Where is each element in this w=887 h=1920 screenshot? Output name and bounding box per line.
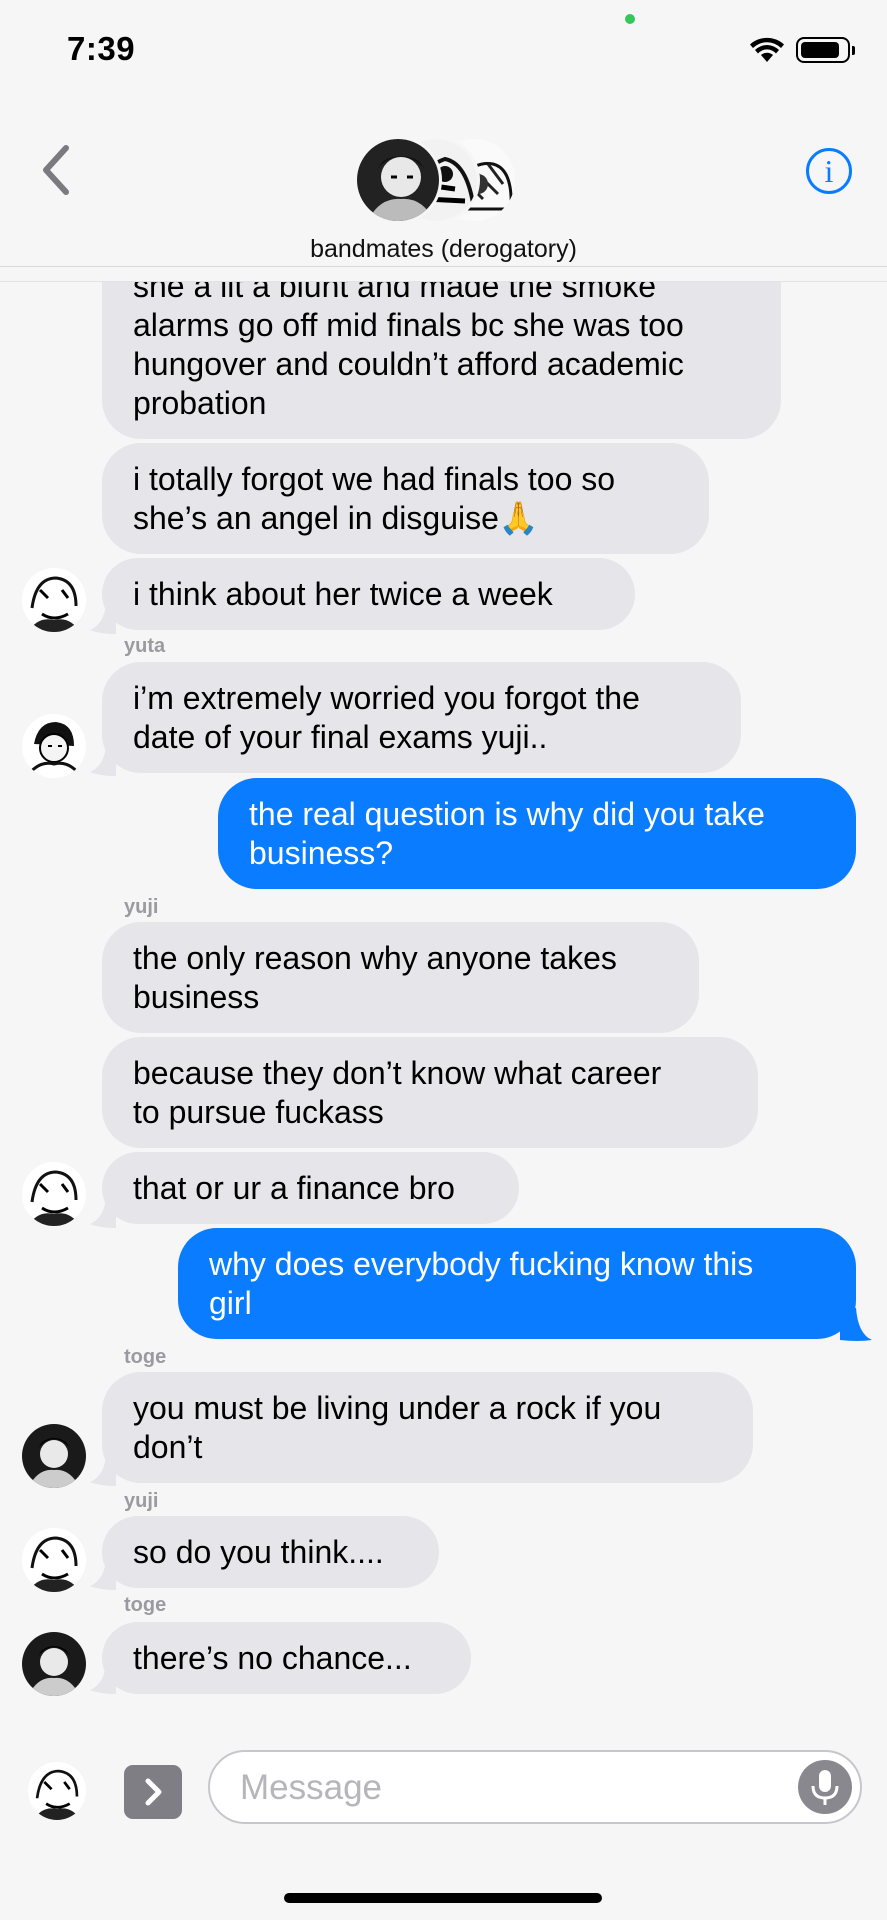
- message-input[interactable]: [238, 1762, 762, 1814]
- dictation-button[interactable]: [798, 1760, 852, 1814]
- message-input-container: [208, 1750, 862, 1824]
- sender-avatar[interactable]: [22, 1632, 86, 1696]
- message-text: don’t: [133, 1428, 203, 1465]
- message-bubble[interactable]: there’s no chance...: [102, 1622, 471, 1694]
- message-text: there’s no chance...: [133, 1639, 412, 1676]
- message-bubble[interactable]: the real question is why did you take bu…: [218, 778, 856, 889]
- apps-button[interactable]: [124, 1765, 182, 1819]
- microphone-icon: [811, 1770, 839, 1805]
- message-bubble[interactable]: i totally forgot we had finals too so sh…: [102, 443, 709, 554]
- message-text: she a lit a blunt and made the smoke: [133, 282, 656, 304]
- info-icon: i: [824, 153, 834, 189]
- message-text: business?: [249, 834, 394, 871]
- info-button[interactable]: i: [806, 148, 852, 194]
- message-bubble[interactable]: you must be living under a rock if you d…: [102, 1372, 753, 1483]
- message-bubble[interactable]: the only reason why anyone takes busines…: [102, 922, 699, 1033]
- member-avatar: [354, 136, 442, 224]
- sender-name: toge: [124, 1594, 167, 1616]
- sender-avatar[interactable]: [22, 1424, 86, 1488]
- message-text: she’s an angel in disguise🙏: [133, 499, 539, 536]
- message-text: that or ur a finance bro: [133, 1169, 455, 1206]
- message-bubble[interactable]: because they don’t know what career to p…: [102, 1037, 758, 1148]
- sender-name: yuji: [124, 1490, 159, 1512]
- group-avatar[interactable]: [354, 136, 518, 224]
- message-bubble[interactable]: i’m extremely worried you forgot the dat…: [102, 662, 741, 773]
- sender-avatar[interactable]: [22, 568, 86, 632]
- message-text: to pursue fuckass: [133, 1093, 384, 1130]
- message-bubble[interactable]: she a lit a blunt and made the smoke ala…: [102, 282, 781, 439]
- sender-avatar[interactable]: [22, 714, 86, 778]
- home-indicator[interactable]: [284, 1893, 602, 1903]
- message-text: hungover and couldn’t afford academic: [133, 346, 684, 382]
- message-thread[interactable]: she a lit a blunt and made the smoke ala…: [0, 282, 887, 1702]
- message-text: probation: [133, 385, 267, 421]
- header-divider: [0, 266, 887, 267]
- message-bubble[interactable]: i think about her twice a week: [102, 558, 635, 630]
- chevron-left-icon: [43, 145, 69, 195]
- message-text: so do you think....: [133, 1533, 384, 1570]
- message-bubble[interactable]: so do you think....: [102, 1516, 439, 1588]
- conversation-header: bandmates (derogatory) i: [0, 0, 887, 282]
- message-text: i think about her twice a week: [133, 575, 553, 612]
- message-bubble[interactable]: that or ur a finance bro: [102, 1152, 519, 1224]
- my-avatar[interactable]: [28, 1762, 86, 1820]
- message-text: girl: [209, 1284, 252, 1321]
- sender-name: yuji: [124, 896, 159, 918]
- sender-name: yuta: [124, 635, 166, 657]
- message-bubble[interactable]: why does everybody fucking know this gir…: [178, 1228, 856, 1339]
- message-text: the only reason why anyone takes: [133, 939, 617, 976]
- message-text: alarms go off mid finals bc she was too: [133, 307, 684, 343]
- message-text: date of your final exams yuji..: [133, 718, 548, 755]
- message-text: the real question is why did you take: [249, 795, 765, 832]
- sender-name: toge: [124, 1346, 167, 1368]
- conversation-title[interactable]: bandmates (derogatory): [0, 235, 887, 264]
- message-text: because they don’t know what career: [133, 1054, 662, 1091]
- back-button[interactable]: [34, 142, 84, 198]
- message-text: why does everybody fucking know this: [209, 1245, 754, 1282]
- sender-avatar[interactable]: [22, 1162, 86, 1226]
- message-text: i’m extremely worried you forgot the: [133, 679, 640, 716]
- message-text: business: [133, 978, 260, 1015]
- message-text: you must be living under a rock if you: [133, 1389, 662, 1426]
- chevron-right-icon: [145, 1778, 162, 1806]
- sender-avatar[interactable]: [22, 1528, 86, 1592]
- message-text: i totally forgot we had finals too so: [133, 460, 616, 497]
